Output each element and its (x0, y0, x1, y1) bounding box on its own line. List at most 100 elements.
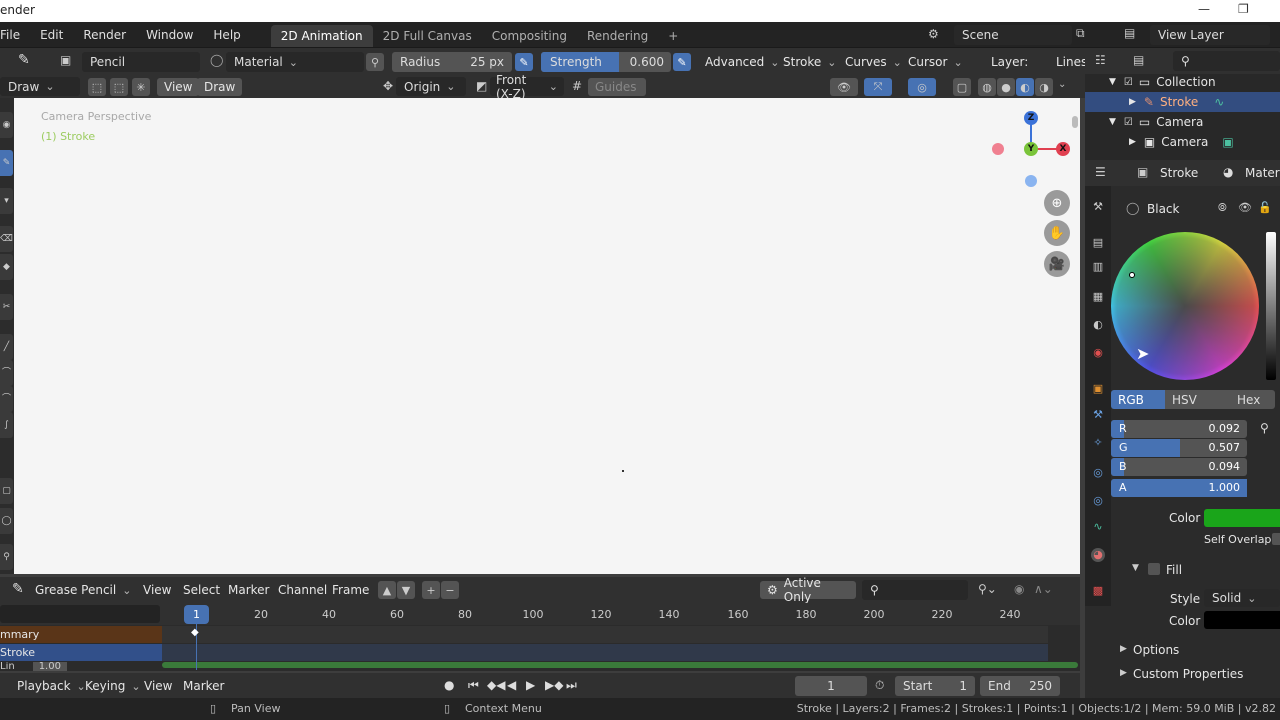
material-link-icon[interactable]: ⦾ (1218, 201, 1227, 215)
constraints-tab-icon[interactable]: ◎ (1091, 494, 1105, 508)
stroke-track[interactable] (162, 644, 1048, 661)
select-circle-icon[interactable]: ✳ (132, 78, 150, 96)
effects-tab-icon[interactable]: ✧ (1091, 436, 1105, 450)
stroke-color-swatch[interactable] (1204, 509, 1280, 527)
tint-tool-icon[interactable]: ◆ (0, 254, 13, 280)
view-layer-icon[interactable]: ▤ (1124, 26, 1135, 40)
visibility-icon[interactable]: 👁 (830, 78, 858, 96)
output-tab-icon[interactable]: ▥ (1091, 260, 1105, 274)
outliner-search-input[interactable]: ⚲ (1173, 51, 1280, 71)
pin-icon[interactable]: ⚲ (366, 53, 384, 71)
strength-pressure-icon[interactable]: ✎ (673, 53, 691, 71)
summary-track[interactable] (162, 626, 1048, 643)
tab-rgb[interactable]: RGB (1111, 390, 1165, 409)
box-tool-icon[interactable]: ▢ (0, 478, 13, 504)
end-frame-field[interactable]: End 250 (980, 676, 1060, 696)
current-frame-field[interactable]: 1 (795, 676, 867, 696)
curve-tool-icon[interactable]: ∫ (0, 412, 13, 438)
material-lock-icon[interactable]: 🔓 (1258, 201, 1272, 214)
prev-keyframe-icon[interactable]: ◆◀ (487, 678, 505, 692)
pan-hand-icon[interactable]: ✋ (1044, 220, 1070, 246)
keyframe-icon[interactable]: ◆ (191, 627, 199, 638)
tab-2d-animation[interactable]: 2D Animation (270, 24, 373, 47)
axis-neg-x-icon[interactable] (992, 143, 1004, 155)
checkbox-icon[interactable]: ☑ (1124, 117, 1133, 128)
dopesheet-search-input[interactable]: ⚲ (862, 580, 968, 600)
select-lasso-icon[interactable]: ⬚ (110, 78, 128, 96)
next-keyframe-icon[interactable]: ▶◆ (545, 678, 563, 692)
shading-wire-icon[interactable]: ◍ (978, 78, 996, 96)
gizmo-icon[interactable]: ⤧ (864, 78, 892, 96)
axis-neg-z-icon[interactable] (1025, 175, 1037, 187)
expand-icon[interactable]: ▼ (1109, 77, 1116, 87)
frame-ruler[interactable]: 1 20 40 60 80 100 120 140 160 180 200 22… (0, 603, 1080, 625)
dopesheet-marker-menu[interactable]: Marker (228, 583, 269, 597)
add-workspace-button[interactable]: + (658, 25, 688, 47)
record-icon[interactable]: ● (444, 678, 454, 692)
jump-start-icon[interactable]: ⏮ (468, 678, 479, 693)
material-tab-icon[interactable]: ◕ (1091, 548, 1105, 562)
axis-x-icon[interactable]: X (1056, 142, 1070, 156)
dopesheet-mode-dropdown[interactable]: Grease Pencil (35, 583, 131, 597)
tool-tab-icon[interactable]: ⚒ (1091, 200, 1105, 214)
menu-file[interactable]: File (0, 22, 30, 48)
texture-tab-icon[interactable]: ▩ (1091, 584, 1105, 598)
minimize-button[interactable]: — (1198, 2, 1210, 16)
curves-menu[interactable]: Curves (845, 55, 902, 69)
camera-data-icon[interactable]: ▣ (1222, 135, 1233, 149)
channel-search-field[interactable] (0, 605, 160, 623)
jump-end-icon[interactable]: ⏭ (566, 678, 577, 693)
expand-icon[interactable]: ▶ (1129, 97, 1136, 107)
summary-channel[interactable]: mmary (0, 626, 162, 643)
stroke-channel[interactable]: Stroke (0, 644, 162, 661)
eyedropper-tool-icon[interactable]: ⚲ (0, 544, 13, 570)
eyedropper-icon[interactable]: ⚲ (1260, 421, 1269, 435)
channel-r-slider[interactable]: R 0.092 (1111, 420, 1247, 438)
scene-icon[interactable]: ⚙ (928, 27, 939, 41)
modifier-tab-icon[interactable]: ⚒ (1091, 408, 1105, 422)
menu-render[interactable]: Render (73, 22, 136, 48)
playback-menu[interactable]: Playback (17, 679, 86, 693)
shading-material-icon[interactable]: ◐ (1016, 78, 1034, 96)
projection-dropdown[interactable]: Front (X-Z) (490, 73, 564, 101)
keying-menu[interactable]: Keying (85, 679, 141, 693)
layer-down-icon[interactable]: ▼ (397, 581, 415, 599)
axis-z-icon[interactable]: Z (1024, 111, 1038, 125)
erase-tool-icon[interactable]: ⌫ (0, 226, 13, 252)
mode-dropdown[interactable]: Draw (0, 77, 80, 96)
shading-solid-icon[interactable]: ● (997, 78, 1015, 96)
add-layer-icon[interactable]: + (422, 581, 440, 599)
display-mode-icon[interactable]: ▤ (1133, 53, 1144, 67)
remove-layer-icon[interactable]: − (441, 581, 459, 599)
options-expand-icon[interactable]: ▶ (1120, 644, 1127, 654)
outliner-row-camera[interactable]: ▶ ▣ Camera ▣ (1085, 132, 1280, 152)
cutter-tool-icon[interactable]: ✂ (0, 294, 13, 320)
timeline-scrollbar[interactable] (162, 662, 1078, 668)
overlay-icon[interactable]: ◎ (908, 78, 936, 96)
fill-color-swatch[interactable] (1204, 611, 1280, 629)
draw-tool-icon[interactable]: ✎ (0, 150, 13, 176)
draw-menu[interactable]: Draw (197, 78, 243, 96)
object-tab-icon[interactable]: ▣ (1091, 382, 1105, 396)
dopesheet-channel-menu[interactable]: Channel (278, 583, 327, 597)
gp-data-icon[interactable]: ∿ (1214, 95, 1224, 109)
scene-field[interactable]: Scene (954, 25, 1072, 45)
polyline-tool-icon[interactable]: ⌒ (0, 360, 13, 386)
menu-help[interactable]: Help (203, 22, 250, 48)
checkbox-icon[interactable]: ☑ (1124, 77, 1133, 88)
viewport-canvas[interactable] (14, 98, 1080, 574)
world-tab-icon[interactable]: ◉ (1091, 346, 1105, 360)
tab-compositing[interactable]: Compositing (482, 25, 577, 47)
radius-field[interactable]: Radius 25 px (392, 52, 512, 72)
menu-window[interactable]: Window (136, 22, 203, 48)
preview-range-icon[interactable]: ⏱ (875, 678, 884, 693)
custom-props-expand-icon[interactable]: ▶ (1120, 668, 1127, 678)
radius-pressure-icon[interactable]: ✎ (515, 53, 533, 71)
advanced-menu[interactable]: Advanced (705, 55, 780, 69)
pencil-tool-icon[interactable]: ✎ (18, 52, 30, 68)
layer-opacity[interactable]: 1.00 (32, 662, 67, 671)
properties-editor-icon[interactable]: ☰ (1095, 165, 1106, 179)
line-tool-icon[interactable]: ╱ (0, 334, 13, 360)
outliner-row-camera-collection[interactable]: ▼ ☑ ▭ Camera (1085, 112, 1280, 132)
view-layer-field[interactable]: View Layer (1150, 25, 1270, 45)
